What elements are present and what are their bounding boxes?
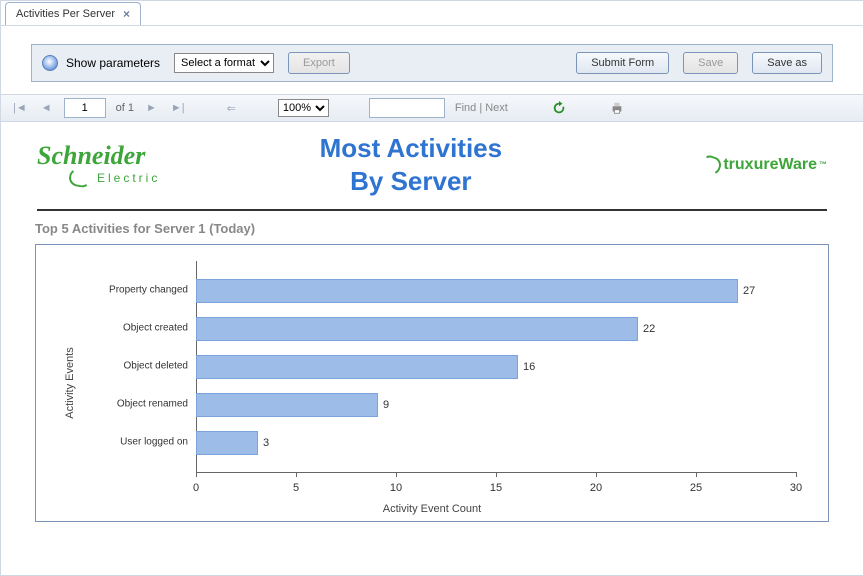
bar: 22 (196, 317, 638, 341)
show-parameters-toggle[interactable]: Show parameters (42, 55, 160, 71)
show-parameters-label: Show parameters (66, 56, 160, 70)
category-label: User logged on (120, 437, 188, 448)
find-next-link[interactable]: Find | Next (455, 102, 508, 114)
x-tick-label: 15 (490, 482, 502, 494)
bar: 27 (196, 279, 738, 303)
x-tick (296, 472, 297, 477)
back-icon[interactable]: ⇐ (225, 102, 238, 115)
x-tick-label: 25 (690, 482, 702, 494)
value-label: 16 (523, 361, 535, 373)
struxureware-logo: truxureWare™ (701, 156, 827, 174)
print-icon[interactable] (610, 101, 624, 115)
x-tick (196, 472, 197, 477)
submit-form-button[interactable]: Submit Form (576, 52, 669, 74)
x-tick-label: 5 (293, 482, 299, 494)
x-tick-label: 20 (590, 482, 602, 494)
x-tick-label: 30 (790, 482, 802, 494)
report-viewer-toolbar: |◄ ◄ of 1 ► ►| ⇐ 100% Find | Next (1, 94, 863, 122)
x-axis-label: Activity Event Count (383, 503, 481, 515)
chart-container: Activity Events 27Property changed22Obje… (35, 244, 829, 522)
category-label: Object created (123, 323, 188, 334)
tab-label: Activities Per Server (16, 8, 115, 20)
bar: 3 (196, 431, 258, 455)
value-label: 22 (643, 323, 655, 335)
tab-bar: Activities Per Server × (1, 1, 863, 26)
value-label: 27 (743, 285, 755, 297)
report-body: Schneider Electric Most Activities By Se… (1, 122, 863, 522)
zoom-select[interactable]: 100% (278, 99, 329, 117)
x-tick (496, 472, 497, 477)
bar: 16 (196, 355, 518, 379)
struxure-swirl-icon (699, 153, 724, 177)
x-tick (796, 472, 797, 477)
value-label: 3 (263, 437, 269, 449)
value-label: 9 (383, 399, 389, 411)
format-select[interactable]: Select a format (174, 53, 274, 73)
save-as-button[interactable]: Save as (752, 52, 822, 74)
refresh-icon[interactable] (552, 101, 566, 115)
close-icon[interactable]: × (123, 7, 130, 21)
category-label: Object renamed (117, 399, 188, 410)
x-tick (396, 472, 397, 477)
toggle-radio-icon (42, 55, 58, 71)
x-tick (596, 472, 597, 477)
chart-section-title: Top 5 Activities for Server 1 (Today) (35, 221, 833, 236)
x-tick (696, 472, 697, 477)
y-axis-label: Activity Events (64, 347, 76, 419)
header-rule (37, 209, 827, 211)
category-label: Property changed (109, 285, 188, 296)
first-page-icon[interactable]: |◄ (11, 102, 29, 114)
report-header: Schneider Electric Most Activities By Se… (31, 128, 833, 205)
tab-activities-per-server[interactable]: Activities Per Server × (5, 2, 141, 25)
bar: 9 (196, 393, 378, 417)
find-input[interactable] (369, 98, 445, 118)
last-page-icon[interactable]: ►| (169, 102, 187, 114)
page-number-input[interactable] (64, 98, 106, 118)
parameters-bar: Show parameters Select a format Export S… (31, 44, 833, 82)
parameters-section: Show parameters Select a format Export S… (1, 26, 863, 94)
export-button[interactable]: Export (288, 52, 350, 74)
report-title: Most Activities By Server (120, 132, 701, 197)
plot-area: 27Property changed22Object created16Obje… (196, 265, 796, 473)
brand-swirl-icon (68, 167, 93, 189)
x-tick-label: 0 (193, 482, 199, 494)
app-window: Activities Per Server × Show parameters … (0, 0, 864, 576)
x-tick-label: 10 (390, 482, 402, 494)
prev-page-icon[interactable]: ◄ (39, 102, 54, 114)
next-page-icon[interactable]: ► (144, 102, 159, 114)
page-of-label: of 1 (116, 102, 134, 114)
save-button[interactable]: Save (683, 52, 738, 74)
category-label: Object deleted (124, 361, 189, 372)
